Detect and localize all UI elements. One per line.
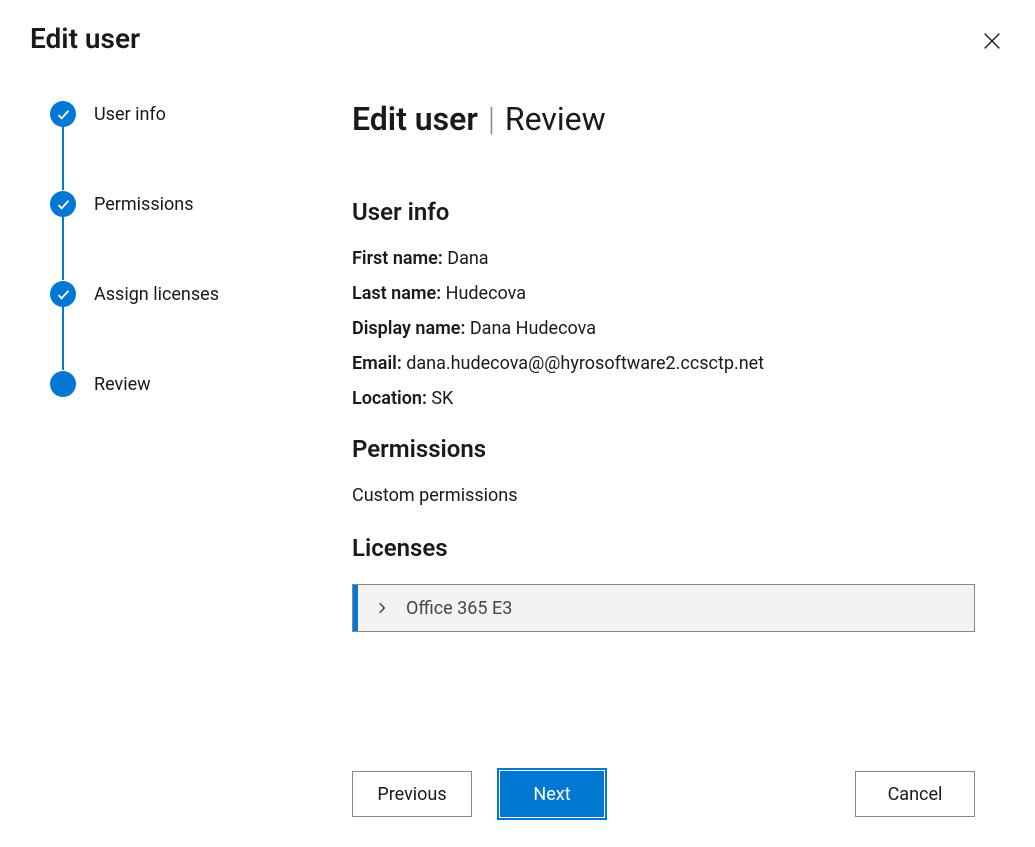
field-value: dana.hudecova@@hyrosoftware2.ccsctp.net	[406, 353, 764, 374]
license-row[interactable]: Office 365 E3	[352, 584, 975, 632]
wizard-connector	[62, 216, 64, 280]
page-heading-divider: |	[488, 100, 495, 138]
field-email: Email: dana.hudecova@@hyrosoftware2.ccsc…	[352, 353, 975, 374]
section-title-permissions: Permissions	[352, 435, 975, 463]
field-first-name: First name: Dana	[352, 248, 975, 269]
permissions-summary: Custom permissions	[352, 485, 975, 506]
field-value: Hudecova	[446, 283, 526, 304]
wizard-step-label: Assign licenses	[94, 284, 219, 305]
license-label: Office 365 E3	[406, 598, 512, 619]
page-heading-strong: Edit user	[352, 100, 478, 138]
field-value: SK	[431, 388, 453, 409]
field-label: Location	[352, 388, 422, 409]
wizard-connector	[62, 306, 64, 370]
field-label: First name	[352, 248, 438, 269]
section-title-licenses: Licenses	[352, 534, 975, 562]
wizard-footer: Previous Next Cancel	[352, 771, 975, 817]
wizard-connector	[62, 126, 64, 190]
current-step-icon	[50, 371, 76, 397]
page-heading-sub: Review	[505, 100, 606, 138]
wizard-step-label: Review	[94, 374, 151, 395]
wizard-step-label: Permissions	[94, 194, 194, 215]
field-label: Last name	[352, 283, 436, 304]
chevron-right-icon	[372, 598, 392, 618]
next-button[interactable]: Next	[500, 771, 604, 817]
check-icon	[50, 101, 76, 127]
wizard-step-label: User info	[94, 104, 166, 125]
check-icon	[50, 281, 76, 307]
check-icon	[50, 191, 76, 217]
field-label: Display name	[352, 318, 460, 339]
field-display-name: Display name: Dana Hudecova	[352, 318, 975, 339]
field-label: Email	[352, 353, 397, 374]
field-location: Location: SK	[352, 388, 975, 409]
field-value: Dana	[447, 248, 488, 269]
wizard-step-user-info[interactable]: User info	[50, 100, 290, 128]
section-title-user-info: User info	[352, 198, 975, 226]
previous-button[interactable]: Previous	[352, 771, 472, 817]
wizard-nav: User info Permissions Assign l	[0, 100, 290, 847]
edit-user-panel: Edit user User info	[0, 0, 1035, 847]
panel-title: Edit user	[30, 22, 1005, 55]
field-value: Dana Hudecova	[470, 318, 596, 339]
wizard-step-permissions[interactable]: Permissions	[50, 190, 290, 218]
page-heading: Edit user | Review	[352, 100, 975, 138]
wizard-step-assign-licenses[interactable]: Assign licenses	[50, 280, 290, 308]
wizard-step-review[interactable]: Review	[50, 370, 290, 398]
cancel-button[interactable]: Cancel	[855, 771, 975, 817]
close-icon	[981, 37, 1003, 56]
license-accent	[353, 585, 358, 631]
field-last-name: Last name: Hudecova	[352, 283, 975, 304]
close-button[interactable]	[981, 30, 1003, 52]
content-area: Edit user | Review User info First name:…	[290, 100, 1035, 847]
